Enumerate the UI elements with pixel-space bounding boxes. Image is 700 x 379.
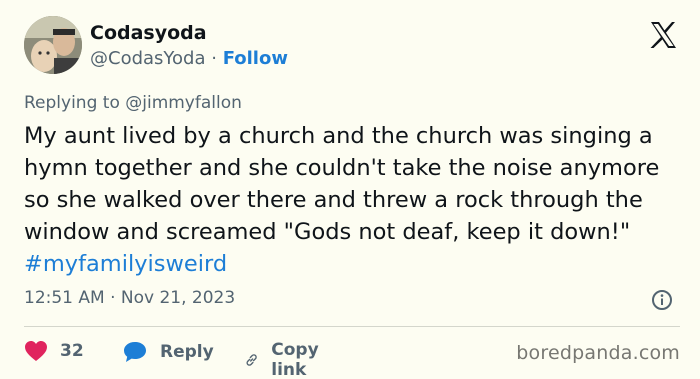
reply-button[interactable]: Reply bbox=[122, 340, 214, 364]
divider bbox=[24, 326, 680, 327]
link-icon bbox=[246, 354, 257, 366]
tweet-text: My aunt lived by a church and the church… bbox=[24, 120, 684, 280]
handle-line: @CodasYoda · Follow bbox=[90, 48, 288, 69]
copy-link-label: Copy link bbox=[271, 340, 319, 379]
timestamp[interactable]: 12:51 AM · Nov 21, 2023 bbox=[24, 288, 235, 308]
hashtag-link[interactable]: #myfamilyisweird bbox=[24, 251, 227, 277]
reply-bubble-icon bbox=[124, 342, 146, 362]
like-count: 32 bbox=[60, 341, 84, 361]
tweet-card: Codasyoda @CodasYoda · Follow Replying t… bbox=[0, 0, 700, 379]
reply-label: Reply bbox=[160, 342, 214, 362]
replying-to[interactable]: Replying to @jimmyfallon bbox=[24, 93, 242, 113]
info-icon[interactable] bbox=[651, 289, 673, 311]
separator: · bbox=[211, 48, 217, 69]
user-handle[interactable]: @CodasYoda bbox=[90, 48, 206, 69]
like-button[interactable]: 32 bbox=[24, 340, 84, 362]
copy-link-button[interactable]: Copy link bbox=[244, 340, 327, 379]
watermark: boredpanda.com bbox=[516, 342, 680, 364]
avatar[interactable] bbox=[24, 16, 82, 74]
heart-icon bbox=[25, 341, 47, 361]
follow-button[interactable]: Follow bbox=[223, 48, 288, 69]
tweet-body: My aunt lived by a church and the church… bbox=[24, 123, 660, 245]
display-name[interactable]: Codasyoda bbox=[90, 22, 207, 44]
x-logo-icon[interactable] bbox=[648, 20, 678, 50]
